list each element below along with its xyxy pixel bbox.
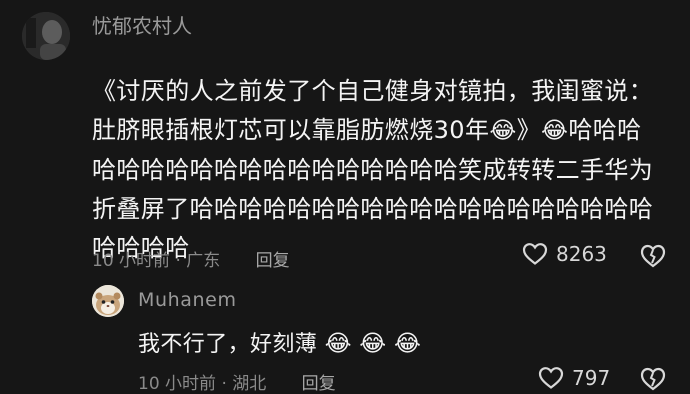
reply-reply-button[interactable]: 回复 bbox=[302, 374, 336, 394]
avatar[interactable] bbox=[22, 12, 70, 60]
reply-time: 10 小时前 bbox=[138, 374, 217, 394]
dislike-icon[interactable] bbox=[640, 366, 666, 392]
laughing-crying-icon: 😂 bbox=[489, 118, 517, 144]
laughing-crying-icon: 😂 bbox=[393, 331, 422, 357]
dislike-icon[interactable] bbox=[640, 243, 666, 269]
reply-avatar[interactable] bbox=[92, 285, 124, 317]
reply-meta: 10 小时前 · 湖北 回复 bbox=[138, 374, 336, 394]
laughing-crying-icon: 😂 bbox=[541, 118, 569, 144]
avatar-photo bbox=[22, 12, 70, 60]
laughing-crying-icon: 😂 bbox=[324, 331, 352, 357]
reply-username[interactable]: Muhanem bbox=[138, 289, 237, 311]
like-button[interactable]: 8263 bbox=[522, 242, 607, 266]
reply-button[interactable]: 回复 bbox=[256, 251, 290, 271]
comment-text: 《讨厌的人之前发了个自己健身对镜拍，我闺蜜说：肚脐眼插根灯芯可以靠脂肪燃烧30年… bbox=[92, 72, 662, 268]
comment-location: 广东 bbox=[186, 251, 221, 271]
hamster-avatar-icon bbox=[92, 285, 124, 317]
reply-text-body: 我不行了，好刻薄 bbox=[138, 332, 318, 357]
reply-text: 我不行了，好刻薄 😂 😂 😂 bbox=[138, 326, 421, 358]
comment-meta: 10 小时前 · 广东 回复 bbox=[92, 251, 290, 271]
like-count: 8263 bbox=[556, 242, 607, 266]
reply-like-count: 797 bbox=[572, 366, 611, 390]
reply-like-button[interactable]: 797 bbox=[538, 366, 610, 390]
heart-icon bbox=[538, 367, 564, 389]
laughing-crying-icon: 😂 bbox=[359, 331, 387, 357]
heart-icon bbox=[522, 243, 548, 265]
comment-username[interactable]: 忧郁农村人 bbox=[92, 10, 192, 39]
comment-text-part2: 》 bbox=[516, 116, 542, 144]
reply-location: 湖北 bbox=[232, 374, 267, 394]
comment-time: 10 小时前 bbox=[92, 251, 171, 271]
